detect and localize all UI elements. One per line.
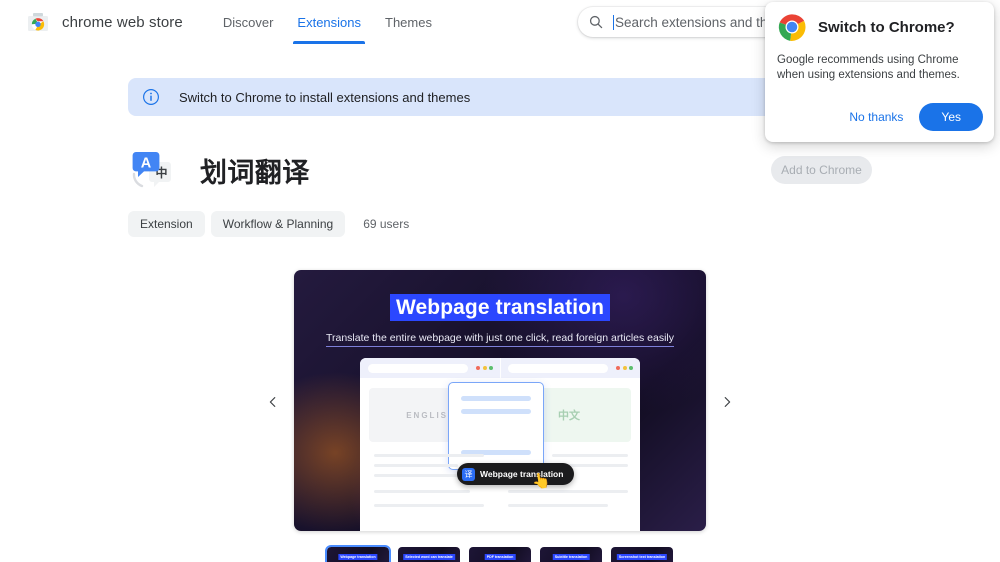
chip-extension[interactable]: Extension	[128, 211, 205, 237]
user-count: 69 users	[363, 217, 410, 231]
info-icon	[143, 89, 159, 105]
tooltip-translate-icon: 译	[462, 467, 475, 481]
thumbnail-5-label: Screenshot text translation	[616, 554, 668, 560]
tooltip-label: Webpage translation	[480, 469, 564, 479]
hero-subtitle-wrap: Translate the entire webpage with just o…	[294, 332, 706, 347]
hero-title: Webpage translation	[389, 294, 611, 321]
add-to-chrome-button[interactable]: Add to Chrome	[771, 156, 872, 184]
pointing-hand-cursor-icon: 👆	[530, 471, 552, 492]
extension-title: 划词翻译	[200, 157, 310, 188]
dialog-header: Switch to Chrome?	[777, 12, 982, 42]
search-text-cursor	[613, 14, 614, 30]
thumbnail-1-label: Webpage translation	[338, 554, 378, 560]
svg-text:A: A	[141, 156, 152, 172]
thumbnail-2[interactable]: Selected word can translate	[398, 547, 460, 562]
extension-meta: Extension Workflow & Planning 69 users	[128, 211, 409, 237]
no-thanks-button[interactable]: No thanks	[841, 104, 911, 130]
extension-header: 中 A 划词翻译	[128, 146, 310, 194]
nav-item-discover[interactable]: Discover	[211, 0, 286, 44]
mockup-window-dots	[474, 366, 493, 370]
main-nav: Discover Extensions Themes	[211, 0, 444, 44]
carousel-next-button[interactable]	[716, 391, 738, 413]
thumbnail-3[interactable]: PDF translation	[469, 547, 531, 562]
brand-name: chrome web store	[62, 13, 183, 31]
dialog-title: Switch to Chrome?	[818, 18, 955, 36]
thumbnail-2-label: Selected word can translate	[403, 554, 455, 560]
hero-title-wrap: Webpage translation	[294, 294, 706, 321]
chevron-right-icon	[724, 397, 731, 407]
translate-icon: 中 A	[128, 146, 176, 194]
thumbnail-3-label: PDF translation	[484, 554, 516, 560]
mockup-url-pill	[368, 363, 468, 373]
dialog-body-text: Google recommends using Chrome when usin…	[777, 54, 960, 81]
mockup-body: ENGLISH 中文 译 Webpage translation 👆	[360, 378, 640, 531]
translate-tooltip: 译 Webpage translation	[457, 463, 575, 485]
mockup-toolbar	[360, 358, 640, 378]
chevron-left-icon	[269, 397, 276, 407]
chip-category[interactable]: Workflow & Planning	[210, 211, 346, 237]
thumbnail-4[interactable]: Subtitle translation	[540, 547, 602, 562]
dialog-actions: No thanks Yes	[841, 103, 983, 131]
info-banner-text: Switch to Chrome to install extensions a…	[179, 89, 471, 105]
carousel-prev-button[interactable]	[262, 391, 284, 413]
chrome-web-store-logo	[28, 13, 48, 31]
mockup-url-pill-2	[508, 363, 608, 373]
nav-item-extensions[interactable]: Extensions	[285, 0, 373, 44]
thumbnail-5[interactable]: Screenshot text translation	[611, 547, 673, 562]
mockup-toolbar-right	[500, 363, 640, 373]
info-banner: Switch to Chrome to install extensions a…	[128, 78, 872, 116]
hero-subtitle: Translate the entire webpage with just o…	[325, 332, 675, 347]
yes-button[interactable]: Yes	[919, 103, 983, 131]
mockup-window-dots-2	[614, 366, 633, 370]
thumbnail-1[interactable]: Webpage translation	[325, 545, 391, 562]
carousel-thumbnails: Webpage translation Selected word can tr…	[0, 545, 1000, 562]
hero-screenshot[interactable]: Webpage translation Translate the entire…	[294, 270, 706, 531]
chrome-logo	[778, 13, 806, 41]
mockup-toolbar-left	[360, 363, 500, 373]
switch-to-chrome-dialog: Switch to Chrome? Google recommends usin…	[765, 2, 994, 142]
search-icon	[589, 15, 603, 29]
thumbnail-4-label: Subtitle translation	[552, 554, 590, 560]
nav-item-themes[interactable]: Themes	[373, 0, 444, 44]
browser-mockup: ENGLISH 中文 译 Webpage translation 👆	[360, 358, 640, 531]
brand-link[interactable]: chrome web store	[26, 10, 183, 34]
